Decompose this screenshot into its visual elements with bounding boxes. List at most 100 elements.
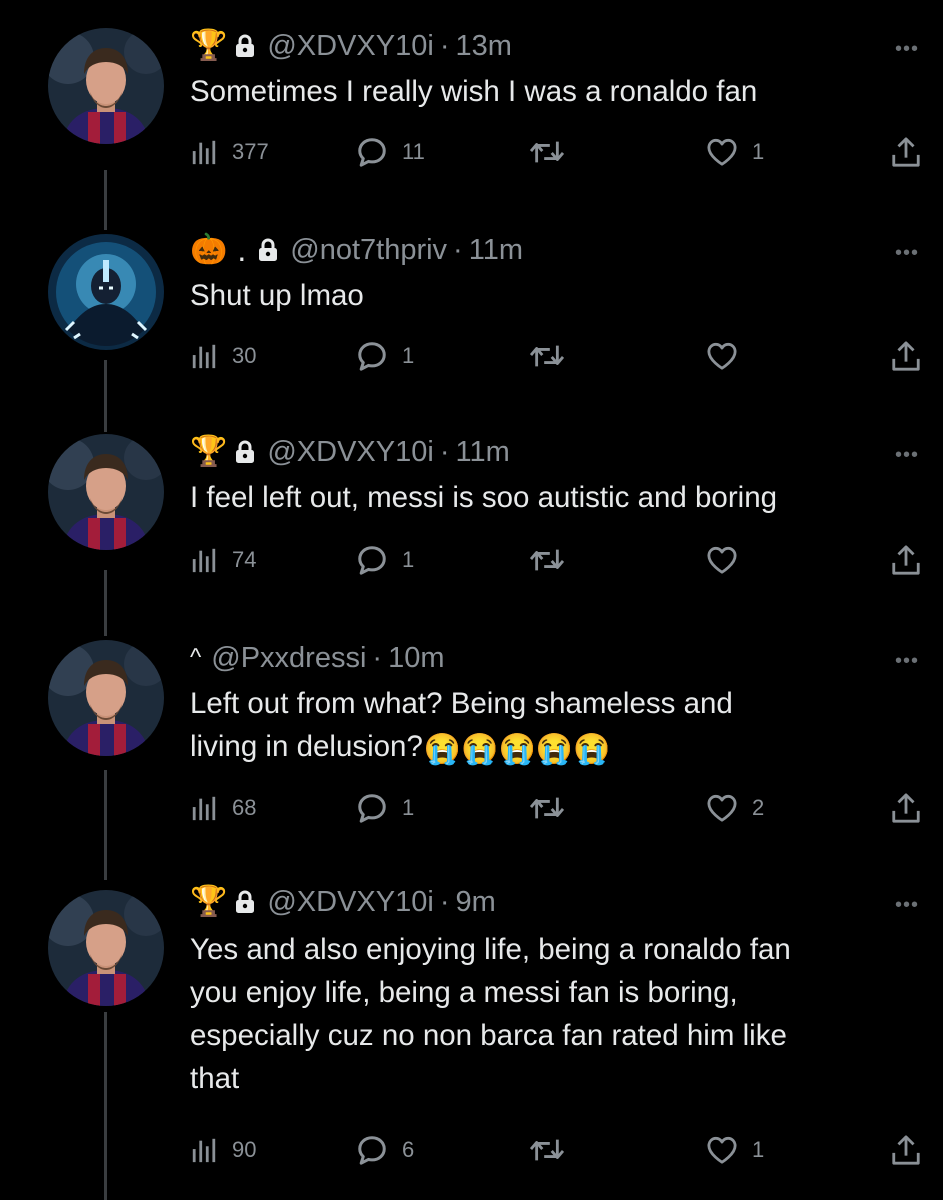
reply-button[interactable]: 6 (356, 1130, 414, 1170)
share-icon (890, 136, 922, 168)
more-icon[interactable]: ••• (895, 38, 919, 61)
separator: · (439, 885, 450, 918)
lock-icon (235, 890, 255, 914)
retweet-icon (528, 792, 566, 824)
like-button[interactable] (706, 540, 752, 580)
share-icon (890, 1134, 922, 1166)
tweet-text: Sometimes I really wish I was a ronaldo … (190, 75, 758, 108)
name-dot: . (237, 231, 247, 268)
separator: · (372, 641, 383, 674)
views-button[interactable]: 30 (190, 336, 256, 376)
retweet-icon (528, 340, 566, 372)
like-count: 1 (752, 139, 765, 164)
share-button[interactable] (890, 1130, 922, 1170)
retweet-icon (528, 1134, 566, 1166)
like-icon (706, 341, 738, 371)
more-icon[interactable]: ••• (895, 650, 919, 673)
retweet-button[interactable] (528, 1130, 580, 1170)
action-bar: 74 1 (190, 540, 923, 580)
like-button[interactable]: 2 (706, 788, 764, 828)
timestamp[interactable]: 10m (388, 642, 444, 675)
timestamp[interactable]: 11m (455, 436, 509, 469)
timestamp[interactable]: 11m (469, 234, 523, 267)
user-handle[interactable]: @XDVXY10i (267, 436, 433, 469)
reply-icon (356, 792, 388, 824)
share-button[interactable] (890, 132, 922, 172)
views-icon (190, 138, 218, 166)
like-button[interactable] (706, 336, 752, 376)
views-icon (190, 546, 218, 574)
user-handle[interactable]: @XDVXY10i (267, 886, 433, 919)
avatar[interactable] (48, 640, 164, 756)
like-button[interactable]: 1 (706, 132, 764, 172)
views-count: 377 (232, 139, 269, 164)
thread-connector (104, 1012, 107, 1200)
tweet-header: 🏆 @XDVXY10i · 13m (190, 24, 512, 68)
views-icon (190, 1136, 218, 1164)
views-button[interactable]: 90 (190, 1130, 256, 1170)
separator: · (439, 435, 450, 468)
reply-count: 6 (402, 1137, 415, 1162)
lock-icon (235, 34, 255, 58)
retweet-button[interactable] (528, 788, 580, 828)
share-button[interactable] (890, 540, 922, 580)
reply-button[interactable]: 1 (356, 540, 414, 580)
like-icon (706, 545, 738, 575)
share-icon (890, 544, 922, 576)
share-icon (890, 340, 922, 372)
action-bar: 30 1 (190, 336, 923, 376)
like-count: 1 (752, 1137, 765, 1162)
avatar[interactable] (48, 234, 164, 350)
retweet-button[interactable] (528, 540, 580, 580)
lock-icon (258, 238, 278, 262)
retweet-icon (528, 544, 566, 576)
views-count: 74 (232, 547, 257, 572)
tweet-text: Yes and also enjoying life, being a rona… (190, 933, 791, 1095)
avatar[interactable] (48, 434, 164, 550)
tweet-text: I feel left out, messi is soo autistic a… (190, 481, 778, 514)
tweet-header: 🏆 @XDVXY10i · 11m (190, 430, 510, 474)
tweet-header: 🏆 @XDVXY10i · 9m (190, 880, 496, 924)
reply-button[interactable]: 1 (356, 336, 414, 376)
retweet-icon (528, 136, 566, 168)
tweet-text-container: Left out from what? Being shameless and … (190, 682, 920, 771)
reply-button[interactable]: 11 (356, 132, 425, 172)
views-icon (190, 342, 218, 370)
tweet-header: ^ @Pxxdressi · 10m (190, 636, 445, 680)
reply-count: 11 (402, 139, 425, 164)
share-button[interactable] (890, 336, 922, 376)
avatar[interactable] (48, 890, 164, 1006)
timestamp[interactable]: 9m (455, 886, 495, 919)
views-button[interactable]: 74 (190, 540, 256, 580)
action-bar: 68 1 2 (190, 788, 923, 828)
views-count: 68 (232, 795, 257, 820)
more-icon[interactable]: ••• (895, 242, 919, 265)
retweet-button[interactable] (528, 132, 580, 172)
avatar[interactable] (48, 28, 164, 144)
user-handle[interactable]: @XDVXY10i (267, 30, 433, 63)
reply-icon (356, 544, 388, 576)
reply-count: 1 (402, 343, 415, 368)
reply-icon (356, 1134, 388, 1166)
share-button[interactable] (890, 788, 922, 828)
trophy-emoji: 🏆 (190, 885, 228, 918)
user-handle[interactable]: @not7thpriv (290, 234, 447, 267)
timestamp[interactable]: 13m (455, 30, 511, 63)
views-button[interactable]: 377 (190, 132, 269, 172)
more-icon[interactable]: ••• (895, 444, 919, 467)
reply-button[interactable]: 1 (356, 788, 414, 828)
reply-icon (356, 340, 388, 372)
thread-connector (104, 570, 107, 636)
user-handle[interactable]: @Pxxdressi (211, 642, 366, 675)
name-caret: ^ (190, 644, 202, 671)
views-icon (190, 794, 218, 822)
thread-connector (104, 170, 107, 230)
views-button[interactable]: 68 (190, 788, 256, 828)
like-icon (706, 137, 738, 167)
trophy-emoji: 🏆 (190, 29, 228, 62)
separator: · (453, 233, 463, 266)
like-count: 2 (752, 795, 765, 820)
retweet-button[interactable] (528, 336, 580, 376)
like-button[interactable]: 1 (706, 1130, 764, 1170)
more-icon[interactable]: ••• (895, 894, 919, 917)
